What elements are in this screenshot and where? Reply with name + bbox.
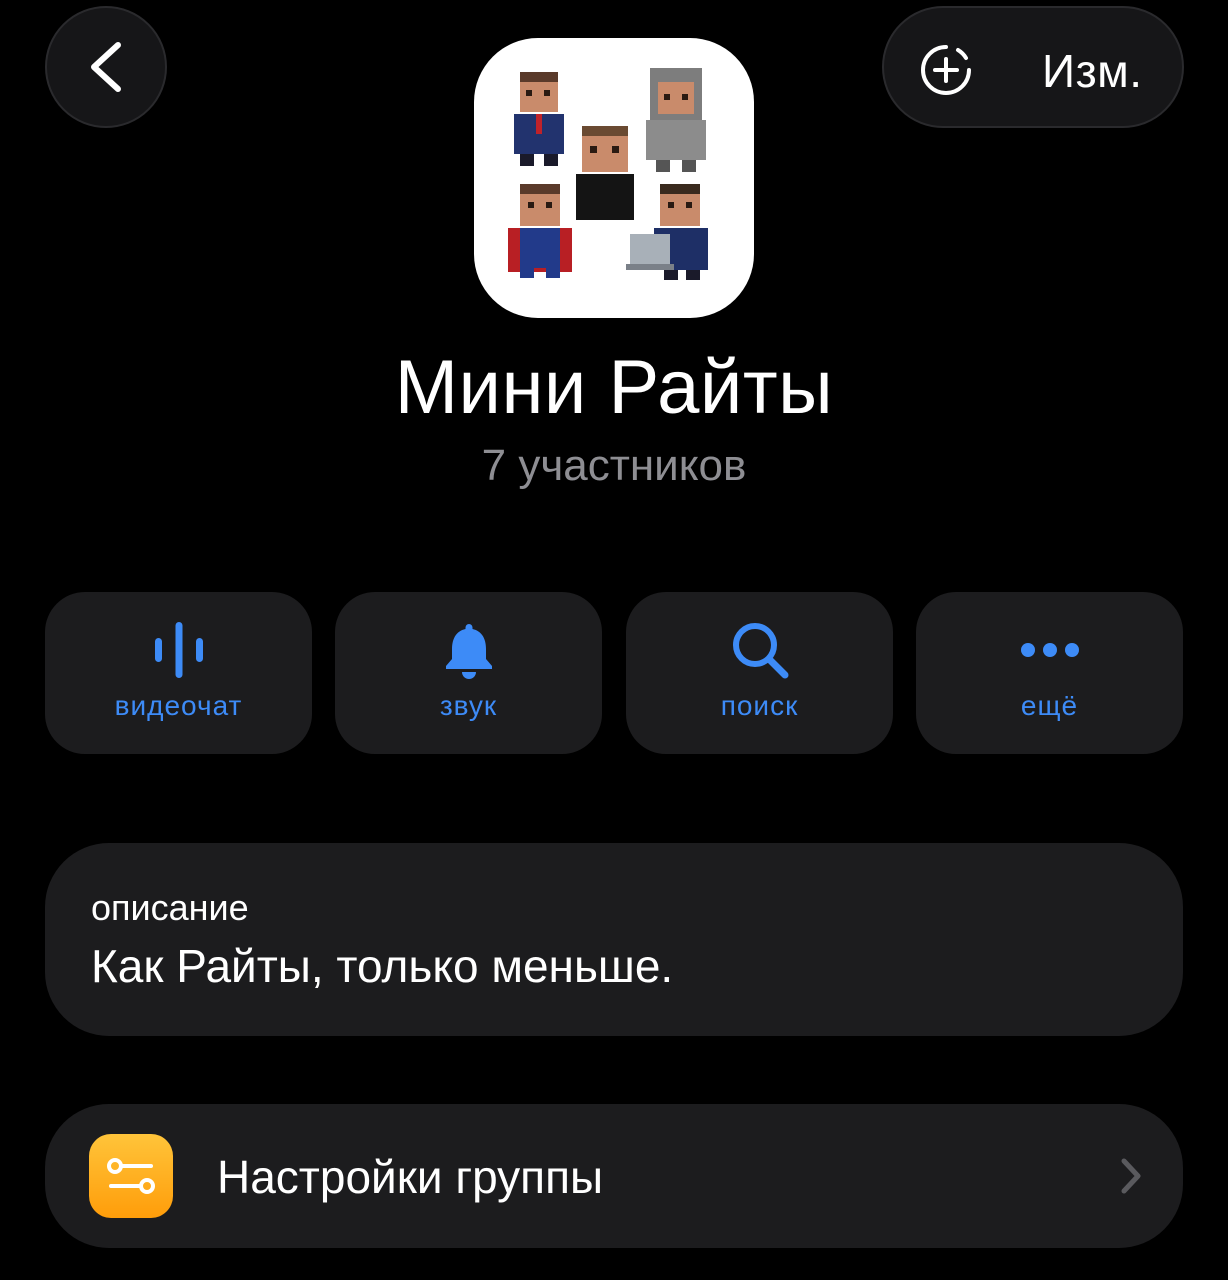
- members-count[interactable]: 7 участников: [0, 441, 1228, 491]
- pixel-characters-image: [508, 68, 708, 280]
- group-settings-row[interactable]: Настройки группы: [45, 1104, 1183, 1248]
- videochat-button[interactable]: видеочат: [45, 592, 312, 754]
- more-button[interactable]: ещё: [916, 592, 1183, 754]
- sound-label: звук: [439, 690, 498, 721]
- edit-pill: Изм.: [882, 6, 1184, 128]
- sliders-icon: [89, 1134, 173, 1218]
- search-button[interactable]: поиск: [626, 592, 893, 754]
- ellipsis-icon: [1020, 643, 1079, 657]
- group-info-screen: Изм. Мини Райты 7 участников видеочат зв…: [0, 0, 1228, 1280]
- group-name: Мини Райты: [394, 345, 834, 430]
- search-icon: [732, 623, 788, 679]
- videochat-label: видеочат: [114, 690, 243, 721]
- more-label: ещё: [1020, 690, 1079, 721]
- description-card: описание Как Райты, только меньше.: [45, 843, 1183, 1036]
- add-circle-icon[interactable]: [918, 42, 974, 98]
- search-label: поиск: [720, 690, 799, 721]
- description-label: описание: [91, 887, 249, 928]
- description-text: Как Райты, только меньше.: [91, 940, 674, 992]
- action-buttons: видеочат звук поиск ещё: [45, 592, 1183, 754]
- back-button[interactable]: [45, 6, 167, 128]
- group-avatar[interactable]: [474, 38, 754, 318]
- chevron-right-icon: [1121, 1158, 1141, 1194]
- group-settings-label: Настройки группы: [217, 1151, 604, 1203]
- sound-button[interactable]: звук: [335, 592, 602, 754]
- chevron-left-icon: [91, 42, 121, 92]
- waveform-icon: [154, 622, 203, 678]
- edit-button[interactable]: Изм.: [1042, 44, 1143, 98]
- bell-icon: [445, 624, 492, 679]
